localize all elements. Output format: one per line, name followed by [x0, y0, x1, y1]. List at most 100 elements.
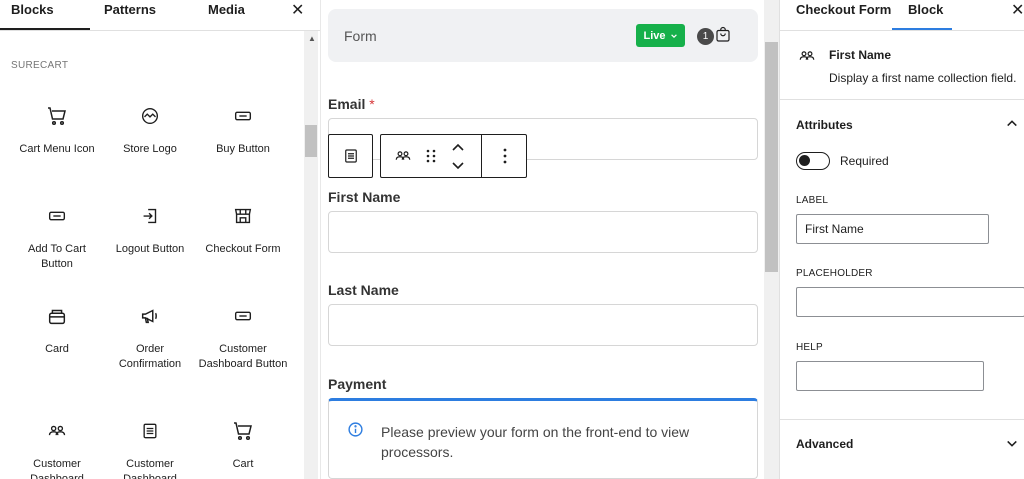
block-item-order-confirmation[interactable]: Order Confirmation: [104, 300, 196, 372]
section-label: SURECART: [11, 60, 69, 71]
form-icon: [344, 149, 357, 163]
block-item-customer-dashboard[interactable]: Customer Dashboard: [11, 415, 103, 479]
more-options-button[interactable]: [485, 135, 525, 177]
advanced-panel-heading[interactable]: Advanced: [796, 437, 853, 451]
block-label: Customer Dashboard: [30, 458, 84, 479]
chevron-down-icon: [452, 161, 464, 169]
store-icon: [234, 208, 252, 224]
toolbar-separator: [481, 135, 482, 177]
panel-divider: [780, 419, 1024, 420]
required-toggle-label: Required: [840, 154, 889, 168]
block-item-customer-dashboard-button[interactable]: Customer Dashboard Button: [197, 300, 289, 372]
label-field[interactable]: [796, 214, 989, 244]
tab-checkout-form[interactable]: Checkout Form: [796, 2, 891, 17]
card-icon: [48, 309, 66, 325]
drag-handle[interactable]: [421, 135, 441, 177]
payment-notice: Please preview your form on the front-en…: [328, 398, 758, 479]
cart-count-badge: 1: [697, 28, 714, 45]
settings-sidebar: Checkout Form Block ✕ First Name Display…: [779, 0, 1024, 479]
block-card: First Name Display a first name collecti…: [780, 31, 1024, 100]
block-item-store-logo[interactable]: Store Logo: [104, 100, 196, 157]
cart-icon: [48, 107, 66, 126]
block-label: Order Confirmation: [118, 343, 182, 370]
users-icon: [799, 51, 815, 60]
last-name-input[interactable]: [328, 304, 758, 346]
inserter-scroll-thumb[interactable]: [305, 125, 317, 157]
more-vertical-icon: [503, 148, 507, 164]
mode-toggle-live[interactable]: Live: [636, 24, 685, 47]
block-label: Logout Button: [115, 243, 185, 255]
block-item-customer-dashboard-list[interactable]: Customer Dashboard: [104, 415, 196, 479]
logout-icon: [143, 208, 157, 224]
move-up-button[interactable]: [445, 137, 471, 156]
store-logo-icon: [141, 107, 159, 125]
active-tab-indicator: [0, 28, 90, 30]
payment-notice-text: Please preview your form on the front-en…: [381, 424, 690, 460]
block-label: Card: [45, 343, 69, 355]
form-title: Form: [344, 28, 377, 44]
close-icon[interactable]: ✕: [1011, 0, 1024, 20]
help-field-caption: HELP: [796, 342, 823, 353]
attributes-panel-heading[interactable]: Attributes: [796, 118, 853, 132]
block-item-buy-button[interactable]: Buy Button: [197, 100, 289, 157]
block-item-card[interactable]: Card: [11, 300, 103, 357]
block-label: Customer Dashboard: [123, 458, 177, 479]
canvas-scroll-thumb[interactable]: [765, 42, 778, 272]
close-icon[interactable]: ✕: [291, 0, 304, 20]
active-tab-indicator: [892, 28, 952, 30]
email-label-text: Email: [328, 96, 366, 112]
block-label: Checkout Form: [205, 243, 281, 255]
button-icon: [234, 111, 252, 121]
chevron-down-icon: [670, 33, 677, 38]
move-down-button[interactable]: [445, 156, 471, 175]
block-item-logout-button[interactable]: Logout Button: [104, 200, 196, 257]
block-card-title: First Name: [829, 48, 892, 62]
tab-media[interactable]: Media: [208, 2, 245, 17]
chevron-up-icon: [452, 143, 464, 151]
settings-tabs: Checkout Form Block ✕: [780, 0, 1024, 31]
info-icon: [348, 422, 363, 437]
block-label: Store Logo: [123, 143, 177, 155]
drag-handle-icon: [426, 149, 436, 163]
tab-block[interactable]: Block: [908, 2, 943, 17]
payment-field-label: Payment: [328, 376, 387, 392]
list-icon: [143, 423, 157, 439]
label-field-caption: LABEL: [796, 195, 829, 206]
cart-icon: [234, 422, 252, 441]
users-icon: [48, 425, 66, 436]
tab-patterns[interactable]: Patterns: [104, 2, 156, 17]
block-item-cart[interactable]: Cart: [197, 415, 289, 472]
block-tools-group: [380, 134, 527, 178]
button-icon: [48, 211, 66, 221]
inserter-scrollbar[interactable]: [304, 31, 318, 479]
required-toggle[interactable]: [796, 152, 830, 170]
form-header: Form Live 1: [328, 9, 758, 62]
megaphone-icon: [141, 309, 157, 324]
block-item-add-to-cart-button[interactable]: Add To Cart Button: [11, 200, 103, 272]
block-card-description: Display a first name collection field.: [829, 71, 1017, 85]
help-field[interactable]: [796, 361, 984, 391]
shopping-bag-icon[interactable]: [714, 26, 732, 44]
inserter-tabs: Blocks Patterns Media ✕: [0, 0, 320, 31]
required-asterisk: *: [369, 96, 375, 112]
chevron-up-icon[interactable]: [1006, 118, 1018, 128]
email-field-label: Email *: [328, 96, 375, 112]
block-label: Add To Cart Button: [28, 243, 86, 270]
users-icon: [395, 151, 411, 160]
block-type-button[interactable]: [389, 135, 417, 177]
toggle-knob: [799, 155, 810, 166]
button-icon: [234, 311, 252, 321]
tab-blocks[interactable]: Blocks: [11, 2, 54, 17]
chevron-down-icon[interactable]: [1006, 439, 1018, 449]
block-label: Customer Dashboard Button: [198, 343, 288, 370]
first-name-field-label: First Name: [328, 189, 401, 205]
block-label: Cart Menu Icon: [19, 143, 95, 155]
placeholder-field-caption: PLACEHOLDER: [796, 268, 873, 279]
select-parent-block-button[interactable]: [328, 134, 373, 178]
first-name-input[interactable]: [328, 211, 758, 253]
block-item-cart-menu-icon[interactable]: Cart Menu Icon: [11, 100, 103, 157]
scroll-up-arrow-icon[interactable]: ▲: [308, 34, 316, 43]
block-item-checkout-form[interactable]: Checkout Form: [197, 200, 289, 257]
mode-label: Live: [643, 29, 666, 42]
placeholder-field[interactable]: [796, 287, 1024, 317]
